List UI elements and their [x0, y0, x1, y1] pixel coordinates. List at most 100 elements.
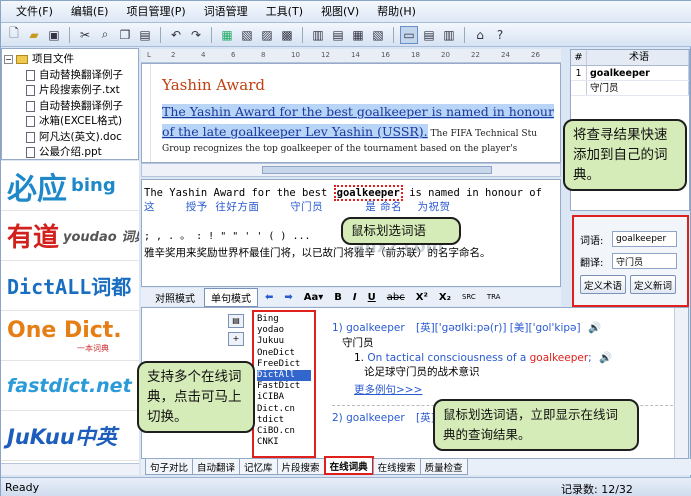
- headword-text: goalkeeper: [346, 322, 405, 334]
- onedict-logo[interactable]: One Dict. 一本词典: [1, 311, 139, 361]
- tab-online-search[interactable]: 在线搜索: [372, 459, 421, 475]
- define-word-button[interactable]: 定义新词: [630, 275, 677, 294]
- strike-button[interactable]: abc: [383, 292, 409, 303]
- dict-tool-icon[interactable]: ▤: [228, 314, 244, 328]
- undo-icon[interactable]: ↶: [167, 26, 185, 44]
- tab-quality-check[interactable]: 质量检查: [419, 459, 468, 475]
- menu-project[interactable]: 项目管理(P): [117, 1, 194, 23]
- fastdict-logo[interactable]: fastdict.net: [1, 361, 139, 411]
- copy-icon[interactable]: ❐: [116, 26, 134, 44]
- view-c-icon[interactable]: ▥: [440, 26, 458, 44]
- tree-item-label: 自动替换翻译例子: [39, 99, 123, 112]
- prev-arrow-icon[interactable]: ⬅: [261, 292, 277, 303]
- tab-sentence-compare[interactable]: 句子对比: [145, 459, 194, 475]
- menu-help[interactable]: 帮助(H): [368, 1, 425, 23]
- list-item[interactable]: CNKI: [257, 437, 311, 448]
- editor-horizontal-scrollbar[interactable]: [141, 163, 561, 177]
- dictall-logo[interactable]: DictALL词都: [1, 261, 139, 311]
- document-editor[interactable]: Yashin Award The Yashin Award for the be…: [141, 63, 561, 163]
- list-item[interactable]: iCIBA: [257, 392, 311, 403]
- callout-text: 鼠标划选词语: [351, 223, 427, 238]
- tool-h-icon[interactable]: ▧: [369, 26, 387, 44]
- tab-auto-translate[interactable]: 自动翻译: [192, 459, 241, 475]
- tab-online-dictionary[interactable]: 在线词典: [323, 456, 374, 475]
- list-item[interactable]: tdict: [257, 415, 311, 426]
- table-row[interactable]: 1 goalkeeper: [571, 66, 689, 81]
- tree-item[interactable]: 自动替换翻译例子: [4, 99, 136, 115]
- dict-vertical-scrollbar[interactable]: [674, 308, 688, 458]
- tool-b-icon[interactable]: ▧: [238, 26, 256, 44]
- list-item[interactable]: Bing: [257, 314, 311, 325]
- list-item[interactable]: FastDict: [257, 381, 311, 392]
- src-button[interactable]: SRC: [458, 293, 480, 301]
- tree-root[interactable]: − 项目文件: [4, 52, 136, 68]
- home-icon[interactable]: ⌂: [471, 26, 489, 44]
- bing-logo-sub: bing: [71, 175, 116, 196]
- collapse-icon[interactable]: −: [4, 55, 13, 65]
- tool-d-icon[interactable]: ▩: [278, 26, 296, 44]
- underline-button[interactable]: U: [364, 292, 380, 303]
- font-size-dropdown[interactable]: Aa▾: [300, 292, 328, 303]
- tab-single-mode[interactable]: 单句模式: [204, 287, 258, 307]
- list-item[interactable]: Dict.cn: [257, 404, 311, 415]
- list-item-selected[interactable]: DictAll: [257, 370, 311, 382]
- view-b-icon[interactable]: ▤: [420, 26, 438, 44]
- terms-header-num: #: [571, 50, 587, 65]
- tab-compare-mode[interactable]: 对照模式: [149, 289, 201, 306]
- next-arrow-icon[interactable]: ➡: [280, 292, 296, 303]
- redo-icon[interactable]: ↷: [187, 26, 205, 44]
- dict-add-icon[interactable]: +: [228, 332, 244, 346]
- superscript-button[interactable]: X²: [412, 292, 432, 303]
- tool-a-icon[interactable]: ▦: [218, 26, 236, 44]
- tool-f-icon[interactable]: ▤: [329, 26, 347, 44]
- tree-item[interactable]: 阿凡达(英文).doc: [4, 130, 136, 146]
- cut-icon[interactable]: ✂: [76, 26, 94, 44]
- selected-text-line1: The Yashin Award for the best goalkeeper…: [162, 104, 554, 119]
- tool-e-icon[interactable]: ▥: [309, 26, 327, 44]
- view-a-icon[interactable]: ▭: [400, 25, 418, 44]
- scrollbar-thumb[interactable]: [262, 166, 492, 174]
- paste-icon[interactable]: ▤: [136, 26, 154, 44]
- define-term-button[interactable]: 定义术语: [580, 275, 627, 294]
- jukuu-logo[interactable]: JuKuu中英: [1, 411, 139, 461]
- list-item[interactable]: yodao: [257, 325, 311, 336]
- tree-item[interactable]: 自动替换翻译例子: [4, 68, 136, 84]
- menu-terms[interactable]: 词语管理: [195, 1, 257, 23]
- menu-tools[interactable]: 工具(T): [257, 1, 312, 23]
- table-row[interactable]: 守门员: [571, 81, 689, 96]
- new-file-icon[interactable]: 🗋: [5, 26, 23, 44]
- tree-item[interactable]: 公最介绍.ppt: [4, 145, 136, 159]
- selected-keyword[interactable]: goalkeeper: [333, 185, 403, 201]
- sentence-translation[interactable]: 雅辛奖用来奖励世界杯最佳门将，以已故门将雅辛（前苏联）的名字命名。: [144, 246, 560, 260]
- open-folder-icon[interactable]: ▰: [25, 26, 43, 44]
- list-item[interactable]: CiBO.cn: [257, 426, 311, 437]
- help-icon[interactable]: ?: [491, 26, 509, 44]
- speaker-icon[interactable]: 🔊: [588, 322, 601, 334]
- tree-item[interactable]: 冰箱(EXCEL格式): [4, 114, 136, 130]
- tra-button[interactable]: TRA: [483, 293, 505, 301]
- tree-horizontal-scrollbar[interactable]: [1, 463, 139, 475]
- more-examples-link[interactable]: 更多例句>>>: [354, 379, 688, 401]
- save-icon[interactable]: ▣: [45, 26, 63, 44]
- menu-file[interactable]: 文件(F): [7, 1, 62, 23]
- menu-edit[interactable]: 编辑(E): [62, 1, 118, 23]
- list-item[interactable]: Jukuu: [257, 336, 311, 347]
- bing-logo[interactable]: 必应 bing: [1, 161, 139, 211]
- menu-view[interactable]: 视图(V): [312, 1, 368, 23]
- tree-item[interactable]: 片段搜索例子.txt: [4, 83, 136, 99]
- youdao-logo[interactable]: 有道 youdao 词典: [1, 211, 139, 261]
- tab-memory[interactable]: 记忆库: [239, 459, 278, 475]
- list-item[interactable]: OneDict: [257, 348, 311, 359]
- italic-button[interactable]: I: [349, 292, 361, 303]
- word-input[interactable]: [612, 231, 677, 247]
- bottom-tabs: 句子对比 自动翻译 记忆库 片段搜索 在线词典 在线搜索 质量检查: [141, 456, 691, 475]
- find-icon[interactable]: ⌕: [96, 26, 114, 44]
- translation-input[interactable]: [612, 253, 677, 269]
- tool-c-icon[interactable]: ▨: [258, 26, 276, 44]
- bold-button[interactable]: B: [330, 292, 346, 303]
- tool-g-icon[interactable]: ▦: [349, 26, 367, 44]
- tab-fragment-search[interactable]: 片段搜索: [276, 459, 325, 475]
- list-item[interactable]: FreeDict: [257, 359, 311, 370]
- subscript-button[interactable]: X₂: [435, 292, 455, 303]
- speaker-icon[interactable]: 🔊: [599, 352, 612, 364]
